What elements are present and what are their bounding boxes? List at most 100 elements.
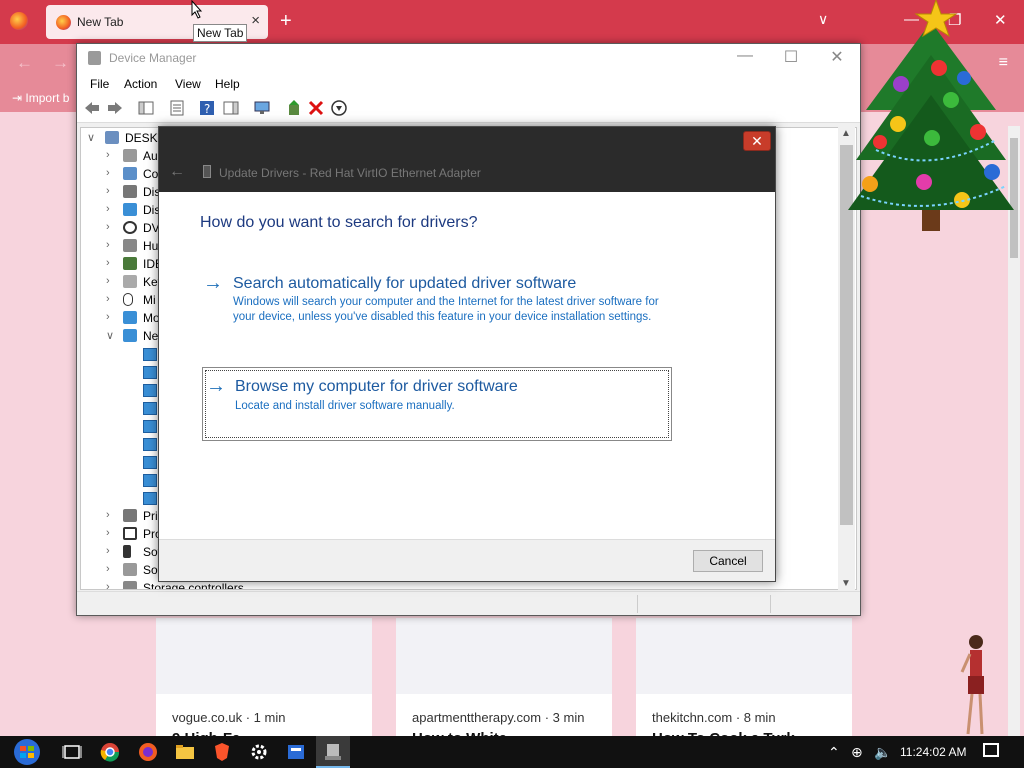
- network-adapter-icon[interactable]: [143, 348, 157, 361]
- arrow-right-icon: →: [206, 375, 226, 397]
- firefox-logo-icon[interactable]: [10, 12, 28, 30]
- network-adapter-icon[interactable]: [143, 474, 157, 487]
- network-adapter-icon[interactable]: [143, 456, 157, 469]
- browse-computer-option[interactable]: → Browse my computer for driver software…: [202, 367, 672, 441]
- story-card-image: [396, 618, 612, 694]
- start-button-icon[interactable]: [10, 738, 44, 766]
- expand-icon[interactable]: ›: [106, 527, 110, 539]
- menu-view[interactable]: View: [175, 77, 201, 91]
- help-icon[interactable]: ?: [199, 100, 215, 116]
- properties-icon[interactable]: [169, 100, 185, 116]
- firefox-favicon-icon: [56, 15, 71, 30]
- dm-maximize-button[interactable]: ☐: [768, 47, 814, 67]
- expand-icon[interactable]: ›: [106, 581, 110, 589]
- server-manager-icon[interactable]: [286, 742, 306, 762]
- software-device-icon: [123, 545, 131, 558]
- expand-icon[interactable]: ›: [106, 185, 110, 197]
- list-all-tabs-button[interactable]: ∨: [818, 11, 828, 28]
- expand-icon[interactable]: ›: [106, 563, 110, 575]
- taskbar-clock[interactable]: 11:24:02 AM: [900, 745, 967, 759]
- expand-icon[interactable]: ›: [106, 257, 110, 269]
- expand-icon[interactable]: ›: [106, 149, 110, 161]
- search-automatically-option[interactable]: → Search automatically for updated drive…: [203, 272, 673, 344]
- expand-icon[interactable]: ›: [106, 167, 110, 179]
- dm-minimize-button[interactable]: —: [722, 47, 768, 65]
- expand-icon[interactable]: ›: [106, 275, 110, 287]
- file-explorer-icon[interactable]: [175, 742, 195, 762]
- statusbar-divider: [770, 595, 771, 613]
- mouse-icon: [123, 293, 133, 306]
- collapse-icon[interactable]: ∨: [106, 329, 114, 342]
- story-card[interactable]: apartmenttherapy.com · 3 min How to Whit…: [396, 618, 612, 748]
- device-manager-taskbar-button[interactable]: [316, 736, 350, 768]
- expand-icon[interactable]: ›: [106, 509, 110, 521]
- forward-button[interactable]: →: [52, 53, 69, 73]
- expand-icon[interactable]: ›: [106, 311, 110, 323]
- action-pane-icon[interactable]: [223, 100, 239, 116]
- back-arrow-icon[interactable]: [84, 100, 100, 116]
- network-adapter-icon[interactable]: [143, 492, 157, 505]
- device-manager-toolbar: ?: [77, 95, 860, 123]
- download-icon[interactable]: [331, 100, 347, 116]
- expand-icon[interactable]: ›: [106, 293, 110, 305]
- browse-computer-desc: Locate and install driver software manua…: [235, 400, 455, 412]
- keyboard-icon: [123, 275, 137, 288]
- uninstall-device-icon[interactable]: [308, 100, 324, 116]
- network-adapter-icon[interactable]: [143, 420, 157, 433]
- story-card-image: [636, 618, 852, 694]
- story-card-image: [156, 618, 372, 694]
- dancing-figure-icon: [960, 635, 984, 735]
- cancel-button[interactable]: Cancel: [693, 550, 763, 572]
- tab-close-icon[interactable]: ×: [251, 12, 260, 29]
- device-manager-titlebar[interactable]: Device Manager — ☐ ✕: [77, 44, 860, 73]
- network-adapter-icon[interactable]: [143, 402, 157, 415]
- firefox-icon[interactable]: [138, 742, 158, 762]
- dvd-drive-icon: [123, 221, 137, 234]
- search-automatically-title[interactable]: Search automatically for updated driver …: [233, 275, 576, 293]
- volume-icon[interactable]: 🔈: [874, 744, 891, 761]
- show-hide-console-tree-icon[interactable]: [138, 100, 154, 116]
- story-card-meta: apartmenttherapy.com · 3 min: [412, 710, 585, 725]
- import-bookmarks-button[interactable]: ⇥ Import b: [12, 91, 69, 105]
- back-button[interactable]: ←: [16, 53, 33, 73]
- dialog-close-button[interactable]: ✕: [743, 131, 771, 151]
- network-adapter-icon[interactable]: [143, 366, 157, 379]
- network-device-icon: [203, 165, 211, 178]
- collapse-icon[interactable]: ∨: [87, 131, 95, 144]
- update-drivers-titlebar[interactable]: ✕ ← Update Drivers - Red Hat VirtIO Ethe…: [159, 127, 775, 192]
- dialog-back-button[interactable]: ←: [169, 163, 185, 181]
- forward-arrow-icon[interactable]: [107, 100, 123, 116]
- brave-icon[interactable]: [212, 742, 232, 762]
- processor-icon: [123, 527, 137, 540]
- search-automatically-desc: Windows will search your computer and th…: [233, 296, 659, 323]
- update-driver-icon[interactable]: [286, 100, 302, 116]
- tree-item-label: Ne: [143, 329, 159, 343]
- chrome-icon[interactable]: [100, 742, 120, 762]
- action-center-icon[interactable]: [983, 743, 999, 757]
- expand-icon[interactable]: ›: [106, 221, 110, 233]
- menu-file[interactable]: File: [90, 77, 109, 91]
- network-icon[interactable]: ⊕: [851, 744, 863, 761]
- network-adapter-icon[interactable]: [143, 438, 157, 451]
- tab-tooltip: New Tab: [193, 24, 248, 42]
- browse-computer-title[interactable]: Browse my computer for driver software: [235, 378, 518, 396]
- network-adapter-icon[interactable]: [143, 384, 157, 397]
- scroll-down-icon[interactable]: ▼: [841, 578, 851, 589]
- scan-hardware-icon[interactable]: [254, 100, 270, 116]
- speaker-icon: [123, 149, 137, 162]
- mouse-cursor-icon: [191, 0, 203, 19]
- update-drivers-dialog: ✕ ← Update Drivers - Red Hat VirtIO Ethe…: [158, 126, 776, 582]
- story-card[interactable]: thekitchn.com · 8 min How To Cook a Turk…: [636, 618, 852, 748]
- story-card[interactable]: vogue.co.uk · 1 min 9 High-Fa...: [156, 618, 372, 748]
- story-card-meta: vogue.co.uk · 1 min: [172, 710, 286, 725]
- settings-gear-icon[interactable]: [249, 742, 269, 762]
- tree-item-label: Au: [143, 149, 158, 163]
- new-tab-button[interactable]: +: [280, 10, 292, 33]
- expand-icon[interactable]: ›: [106, 545, 110, 557]
- expand-icon[interactable]: ›: [106, 203, 110, 215]
- show-hidden-icons-button[interactable]: ⌃: [828, 744, 840, 761]
- expand-icon[interactable]: ›: [106, 239, 110, 251]
- task-view-icon[interactable]: [62, 742, 82, 762]
- menu-action[interactable]: Action: [124, 77, 157, 91]
- menu-help[interactable]: Help: [215, 77, 240, 91]
